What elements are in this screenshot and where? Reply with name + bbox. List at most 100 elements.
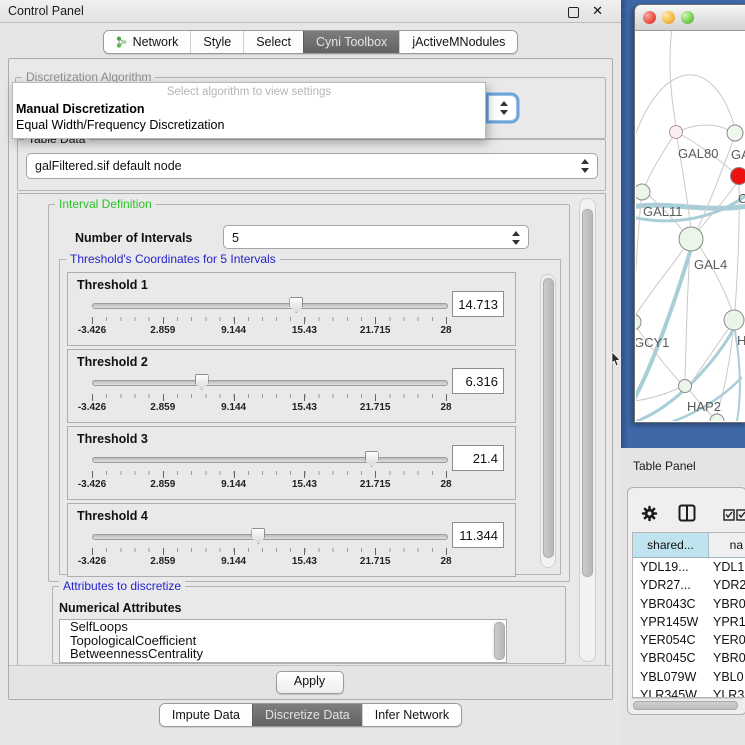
node-label: GAL4 [694, 257, 727, 272]
split-columns-icon[interactable] [678, 504, 696, 522]
tab-infer-network[interactable]: Infer Network [362, 704, 461, 726]
combo-stepper-icon [581, 159, 590, 173]
network-node[interactable] [670, 126, 683, 139]
table-cell[interactable]: YDL1 [709, 558, 745, 576]
slider-thumb[interactable] [251, 528, 265, 544]
table-cell[interactable]: YBL079W [633, 668, 709, 686]
threshold-slider[interactable] [92, 528, 446, 544]
scrollbar-thumb[interactable] [494, 622, 505, 660]
threshold-value-field[interactable]: 11.344 [452, 522, 504, 548]
algorithm-combobox[interactable] [488, 95, 517, 121]
tab-network[interactable]: Network [104, 31, 191, 53]
table-cell[interactable]: YBR0 [709, 595, 745, 613]
tab-cyni-toolbox[interactable]: Cyni Toolbox [303, 31, 399, 53]
table-cell[interactable]: YER054C [633, 631, 709, 649]
panel-scrollbar[interactable] [579, 198, 596, 662]
threshold-value-field[interactable]: 21.4 [452, 445, 504, 471]
tab-select[interactable]: Select [243, 31, 303, 53]
table-row[interactable]: YER054CYER0 [633, 631, 745, 649]
network-node[interactable] [731, 168, 745, 185]
slider-thumb[interactable] [289, 297, 303, 313]
attribute-list-item[interactable]: SelfLoops [60, 620, 506, 634]
column-header[interactable]: na [709, 533, 745, 557]
tab-discretize-data[interactable]: Discretize Data [252, 704, 362, 726]
slider-track[interactable] [92, 303, 448, 309]
apply-button[interactable]: Apply [276, 671, 344, 694]
select-columns-icon[interactable] [723, 509, 745, 521]
network-canvas[interactable]: GAL80GACGAL11GAL4GCY1HHAP2 [636, 31, 745, 421]
slider-thumb[interactable] [195, 374, 209, 390]
table-horizontal-scrollbar[interactable] [631, 698, 743, 710]
threshold-panel: Threshold 4-3.4262.8599.14415.4321.71528… [67, 503, 516, 577]
table-cell[interactable]: YLR345W [633, 686, 709, 698]
table-row[interactable]: YDR27...YDR2 [633, 576, 745, 594]
table-cell[interactable]: YLR3 [709, 686, 745, 698]
threshold-value-field[interactable]: 14.713 [452, 291, 504, 317]
major-tick [92, 317, 93, 324]
network-node[interactable] [679, 380, 692, 393]
thresholds-scrollbar[interactable] [540, 274, 556, 568]
network-node[interactable] [679, 227, 703, 251]
threshold-slider[interactable] [92, 374, 446, 390]
scrollbar-thumb[interactable] [633, 701, 738, 710]
thresholds-list: Threshold 1-3.4262.8599.14415.4321.71528… [60, 272, 560, 580]
table-cell[interactable]: YPR145W [633, 613, 709, 631]
slider-track[interactable] [92, 534, 448, 540]
table-row[interactable]: YBL079WYBL0 [633, 668, 745, 686]
threshold-slider[interactable] [92, 297, 446, 313]
gear-icon[interactable] [641, 505, 658, 522]
tab-jactivemnodules[interactable]: jActiveMNodules [399, 31, 517, 53]
table-row[interactable]: YBR043CYBR0 [633, 595, 745, 613]
table-cell[interactable]: YBR0 [709, 649, 745, 667]
network-node[interactable] [724, 310, 744, 330]
close-icon[interactable]: ✕ [592, 3, 603, 19]
number-of-intervals-value: 5 [232, 231, 239, 245]
table-cell[interactable]: YBL0 [709, 668, 745, 686]
attribute-list-item[interactable]: TopologicalCoefficient [60, 634, 506, 648]
tab-style[interactable]: Style [190, 31, 243, 53]
slider-thumb[interactable] [365, 451, 379, 467]
float-window-icon[interactable] [568, 7, 579, 18]
tick-label: 21.715 [360, 325, 391, 336]
table-row[interactable]: YDL19...YDL1 [633, 558, 745, 576]
threshold-value-field[interactable]: 6.316 [452, 368, 504, 394]
number-of-intervals-combobox[interactable]: 5 [223, 225, 529, 249]
table-cell[interactable]: YDR2 [709, 576, 745, 594]
tab-label: Impute Data [172, 708, 240, 722]
slider-track[interactable] [92, 457, 448, 463]
table-cell[interactable]: YDL19... [633, 558, 709, 576]
column-header[interactable]: shared... [633, 533, 709, 557]
close-traffic-light[interactable] [643, 11, 656, 24]
major-tick [163, 471, 164, 478]
network-window-titlebar[interactable] [635, 5, 745, 31]
algorithm-option[interactable]: Manual Discretization [13, 100, 485, 116]
attributes-scrollbar[interactable] [492, 621, 505, 661]
network-node[interactable] [636, 314, 641, 330]
attribute-list-item[interactable]: BetweennessCentrality [60, 647, 506, 661]
scrollbar-thumb[interactable] [543, 278, 554, 558]
table-row[interactable]: YBR045CYBR0 [633, 649, 745, 667]
tick-label: -3.426 [78, 556, 106, 567]
algorithm-option[interactable]: Equal Width/Frequency Discretization [13, 116, 485, 132]
tick-label: 15.43 [292, 556, 317, 567]
table-cell[interactable]: YDR27... [633, 576, 709, 594]
tab-impute-data[interactable]: Impute Data [160, 704, 252, 726]
table-cell[interactable]: YBR045C [633, 649, 709, 667]
table-row[interactable]: YLR345WYLR3 [633, 686, 745, 698]
threshold-slider[interactable] [92, 451, 446, 467]
network-node[interactable] [710, 414, 724, 421]
scrollbar-thumb[interactable] [582, 209, 593, 577]
minimize-traffic-light[interactable] [662, 11, 675, 24]
table-cell[interactable]: YER0 [709, 631, 745, 649]
major-tick [375, 394, 376, 401]
table-cell[interactable]: YBR043C [633, 595, 709, 613]
table-row[interactable]: YPR145WYPR1 [633, 613, 745, 631]
network-node[interactable] [727, 125, 743, 141]
zoom-traffic-light[interactable] [681, 11, 694, 24]
network-node[interactable] [636, 184, 650, 200]
table-data-combobox[interactable]: galFiltered.sif default node [26, 153, 598, 179]
major-tick [375, 548, 376, 555]
table-cell[interactable]: YPR1 [709, 613, 745, 631]
major-tick [92, 548, 93, 555]
slider-track[interactable] [92, 380, 448, 386]
